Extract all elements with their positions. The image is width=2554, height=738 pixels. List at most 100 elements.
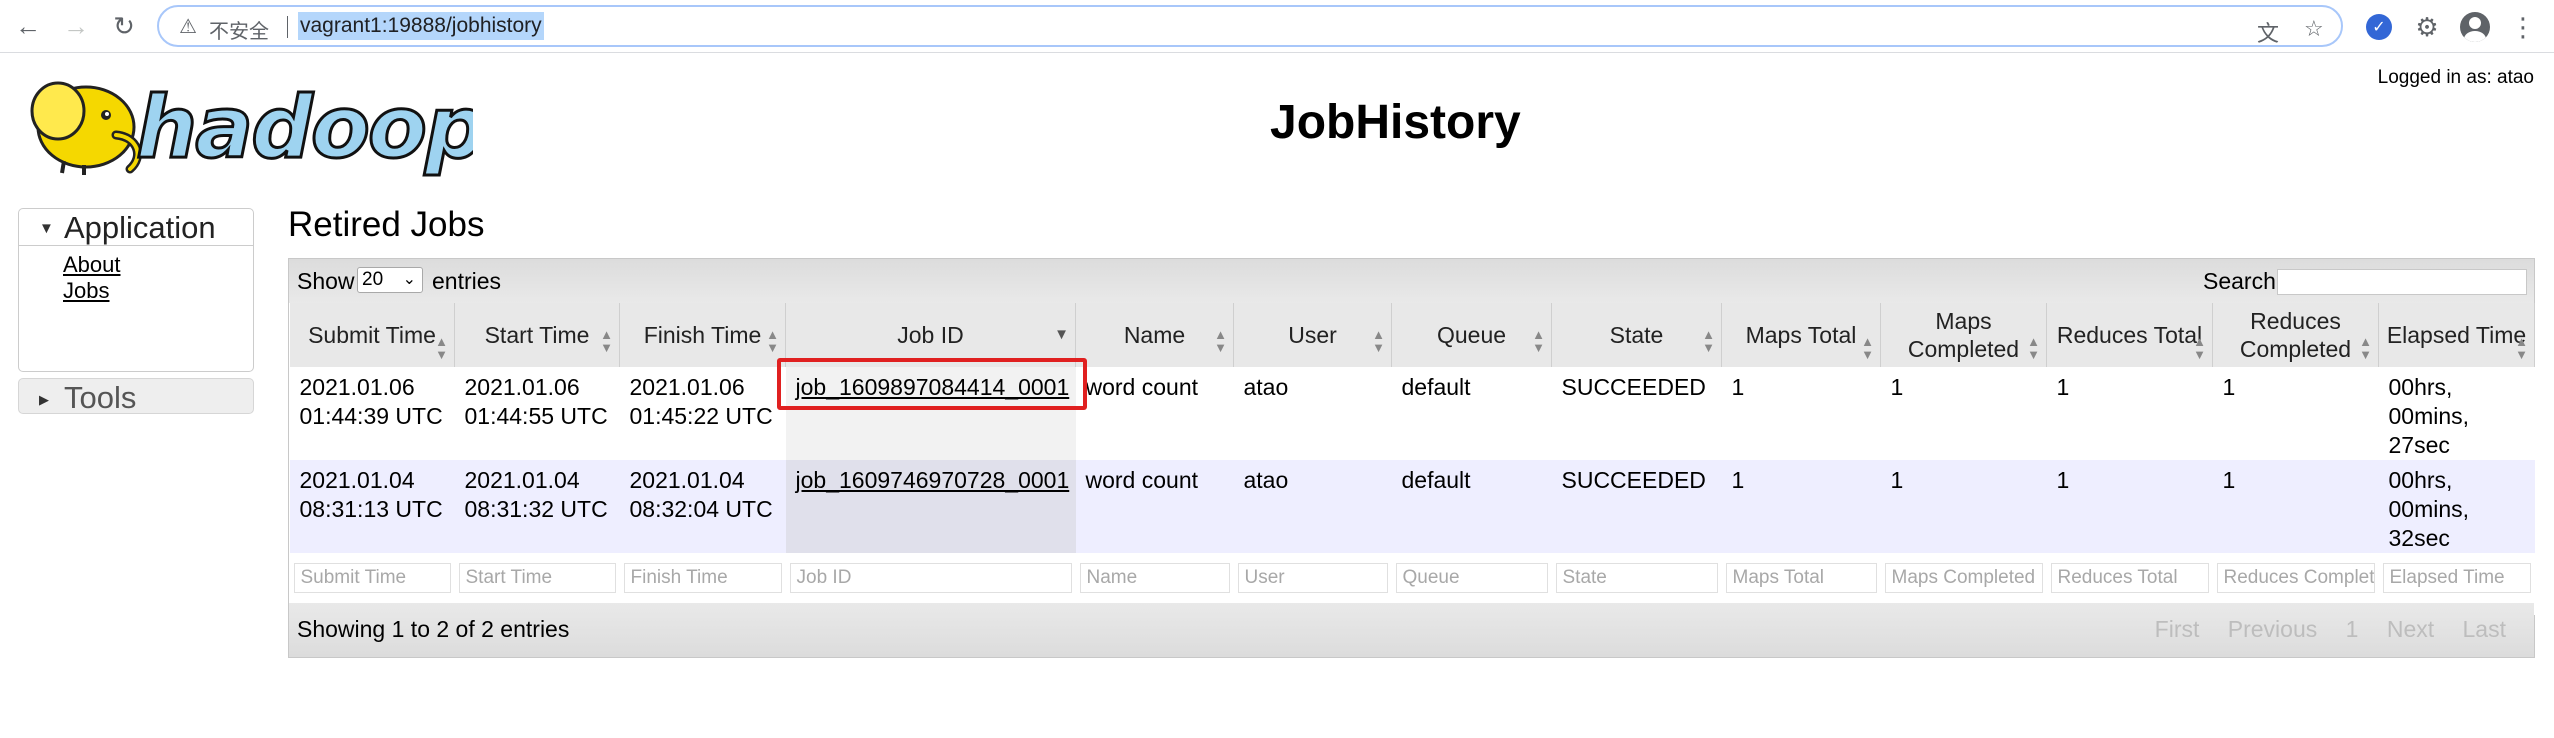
nav-link-about[interactable]: About — [63, 252, 253, 278]
sort-icon: ▲ ▼ — [1372, 327, 1385, 355]
reload-icon[interactable]: ↻ — [104, 8, 144, 44]
back-icon[interactable]: ← — [8, 8, 48, 44]
chevron-down-icon: ⌄ — [402, 271, 416, 288]
col-header-name[interactable]: Name ▲ ▼ — [1075, 303, 1234, 367]
table-header-row: Submit Time ▲ ▼ Start Time ▲ ▼ Finish Time ▲ ▼… — [289, 303, 2535, 367]
job-id-link[interactable]: job_1609746970728_0001 — [796, 467, 1070, 493]
col-header-maps-completed[interactable]: Maps Completed ▲ ▼ — [1880, 303, 2047, 367]
nav-application-section: ▼ Application About Jobs — [18, 208, 254, 372]
filter-user-input[interactable]: User — [1237, 563, 1388, 593]
table-info: Showing 1 to 2 of 2 entries — [297, 616, 570, 642]
filter-queue-input[interactable]: Queue — [1395, 563, 1548, 593]
cell-finish-time: 2021.01.04 08:32:04 UTC — [619, 460, 786, 553]
nav-tools-label: Tools — [64, 380, 137, 415]
cell-job-id: job_1609746970728_0001 — [785, 460, 1076, 553]
collapsed-triangle-icon: ▶ — [39, 392, 49, 407]
col-header-submit-time[interactable]: Submit Time ▲ ▼ — [289, 303, 455, 367]
cell-state: SUCCEEDED — [1551, 367, 1722, 460]
cell-maps-total: 1 — [1721, 367, 1881, 460]
nav-application-label: Application — [64, 210, 216, 245]
nav-tools-section[interactable]: ▶ Tools — [18, 378, 254, 415]
pagination: First Previous 1 Next Last — [2133, 616, 2506, 643]
filter-job-id-input[interactable]: Job ID — [789, 563, 1072, 593]
col-header-elapsed-time[interactable]: Elapsed Time ▲ ▼ — [2378, 303, 2535, 367]
address-bar[interactable]: ⚠ 不安全 vagrant1:19888/jobhistory 文 ☆ — [157, 5, 2343, 47]
sort-desc-icon: ▼ — [1054, 326, 1069, 343]
page-title: JobHistory — [1270, 96, 1521, 149]
star-icon[interactable]: ☆ — [2304, 16, 2324, 42]
warning-icon[interactable]: ⚠ — [179, 14, 197, 39]
cell-name: word count — [1075, 367, 1234, 460]
cell-reduces-total: 1 — [2046, 460, 2213, 553]
col-header-reduces-completed[interactable]: Reduces Completed ▲ ▼ — [2212, 303, 2379, 367]
filter-elapsed-time-input[interactable]: Elapsed Time — [2382, 563, 2531, 593]
pager-next-button[interactable]: Next — [2387, 616, 2434, 642]
security-label[interactable]: 不安全 — [209, 15, 269, 44]
url-text[interactable]: vagrant1:19888/jobhistory — [298, 12, 544, 40]
extension-icon[interactable]: ✓ — [2362, 10, 2396, 44]
col-header-user[interactable]: User ▲ ▼ — [1233, 303, 1392, 367]
filter-start-time-input[interactable]: Start Time — [458, 563, 616, 593]
puzzle-icon[interactable]: ⚙ — [2410, 10, 2444, 44]
sort-icon: ▲ ▼ — [1214, 327, 1227, 355]
cell-maps-completed: 1 — [1880, 367, 2047, 460]
filter-submit-time-input[interactable]: Submit Time — [293, 563, 451, 593]
jobs-table: Submit Time ▲ ▼ Start Time ▲ ▼ Finish Time ▲ ▼… — [289, 303, 2535, 615]
col-header-start-time[interactable]: Start Time ▲ ▼ — [454, 303, 620, 367]
filter-reduces-completed-input[interactable]: Reduces Completed — [2216, 563, 2375, 593]
sort-icon: ▲ ▼ — [435, 334, 448, 362]
section-title: Retired Jobs — [288, 205, 485, 244]
pager-previous-button[interactable]: Previous — [2228, 616, 2317, 642]
pager-page-1-button[interactable]: 1 — [2346, 616, 2359, 642]
translate-icon[interactable]: 文 — [2257, 16, 2279, 48]
pager-first-button[interactable]: First — [2155, 616, 2200, 642]
browser-toolbar: ← → ↻ ⚠ 不安全 vagrant1:19888/jobhistory 文 … — [0, 0, 2554, 53]
cell-finish-time: 2021.01.06 01:45:22 UTC — [619, 367, 786, 460]
table-row: 2021.01.04 08:31:13 UTC 2021.01.04 08:31… — [289, 460, 2535, 553]
cell-reduces-completed: 1 — [2212, 367, 2379, 460]
nav-application-header[interactable]: ▼ Application — [19, 209, 253, 246]
search-input[interactable] — [2277, 269, 2527, 295]
nav-link-jobs[interactable]: Jobs — [63, 278, 253, 304]
job-id-link[interactable]: job_1609897084414_0001 — [796, 374, 1070, 400]
profile-avatar-icon[interactable] — [2458, 10, 2492, 44]
col-header-finish-time[interactable]: Finish Time ▲ ▼ — [619, 303, 786, 367]
filter-reduces-total-input[interactable]: Reduces Total — [2050, 563, 2209, 593]
filter-maps-completed-input[interactable]: Maps Completed — [1884, 563, 2043, 593]
sort-icon: ▲ ▼ — [2027, 334, 2040, 362]
page-length-select[interactable]: 20 ⌄ — [357, 267, 423, 293]
cell-elapsed-time: 00hrs, 00mins, 27sec — [2378, 367, 2535, 460]
col-header-state[interactable]: State ▲ ▼ — [1551, 303, 1722, 367]
col-header-maps-total[interactable]: Maps Total ▲ ▼ — [1721, 303, 1881, 367]
table-row: 2021.01.06 01:44:39 UTC 2021.01.06 01:44… — [289, 367, 2535, 460]
entries-label: entries — [432, 268, 502, 294]
sort-icon: ▲ ▼ — [2359, 334, 2372, 362]
cell-submit-time: 2021.01.06 01:44:39 UTC — [289, 367, 455, 460]
cell-reduces-total: 1 — [2046, 367, 2213, 460]
filter-maps-total-input[interactable]: Maps Total — [1725, 563, 1877, 593]
filter-state-input[interactable]: State — [1555, 563, 1718, 593]
sort-icon: ▲ ▼ — [600, 327, 613, 355]
col-header-job-id[interactable]: Job ID ▼ — [785, 303, 1076, 367]
col-header-queue[interactable]: Queue ▲ ▼ — [1391, 303, 1552, 367]
cell-submit-time: 2021.01.04 08:31:13 UTC — [289, 460, 455, 553]
table-footer: Showing 1 to 2 of 2 entries First Previo… — [289, 603, 2534, 657]
sort-icon: ▲ ▼ — [2515, 334, 2528, 362]
col-header-reduces-total[interactable]: Reduces Total ▲ ▼ — [2046, 303, 2213, 367]
hadoop-logo: hadoop — [18, 65, 488, 180]
svg-text:hadoop: hadoop — [136, 78, 473, 177]
nav-tools-header[interactable]: ▶ Tools — [19, 379, 253, 415]
filter-name-input[interactable]: Name — [1079, 563, 1230, 593]
show-label: Show — [297, 268, 355, 294]
pager-last-button[interactable]: Last — [2463, 616, 2506, 642]
forward-icon[interactable]: → — [56, 8, 96, 44]
cell-elapsed-time: 00hrs, 00mins, 32sec — [2378, 460, 2535, 553]
sort-icon: ▲ ▼ — [2193, 334, 2206, 362]
sort-icon: ▲ ▼ — [1532, 327, 1545, 355]
cell-user: atao — [1233, 367, 1392, 460]
cell-start-time: 2021.01.04 08:31:32 UTC — [454, 460, 620, 553]
menu-kebab-icon[interactable]: ⋮ — [2506, 10, 2540, 44]
filter-finish-time-input[interactable]: Finish Time — [623, 563, 782, 593]
page-length-value: 20 — [362, 269, 384, 290]
sort-icon: ▲ ▼ — [1861, 334, 1874, 362]
